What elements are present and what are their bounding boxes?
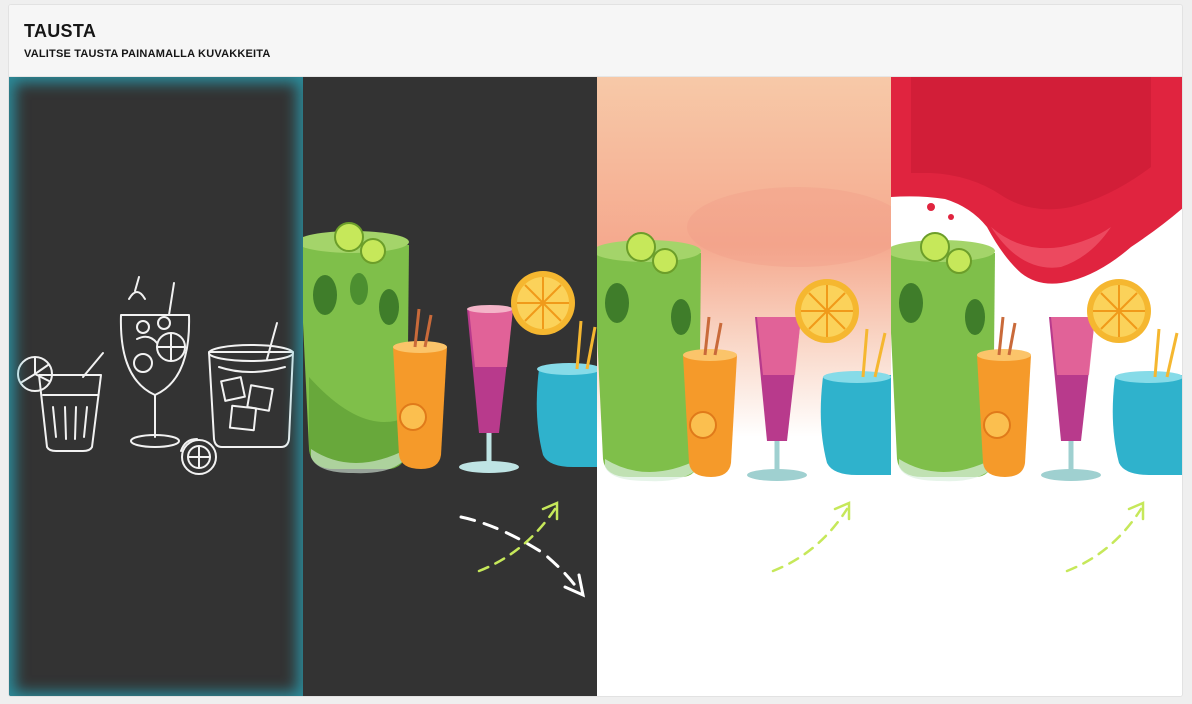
watercolor-peach-image — [597, 77, 891, 696]
panel-title: TAUSTA — [24, 21, 97, 41]
chalk-cocktails-image — [9, 77, 303, 696]
watercolor-dark-image — [303, 77, 597, 696]
background-option-watercolor-dark[interactable] — [303, 77, 597, 696]
background-picker-panel: TAUSTA VALITSE TAUSTA PAINAMALLA KUVAKKE… — [8, 4, 1183, 697]
panel-subtitle: VALITSE TAUSTA PAINAMALLA KUVAKKEITA — [24, 48, 271, 60]
watercolor-red-image — [891, 77, 1182, 696]
background-options — [9, 77, 1182, 696]
panel-header: TAUSTA VALITSE TAUSTA PAINAMALLA KUVAKKE… — [9, 5, 1182, 77]
background-option-watercolor-red[interactable] — [891, 77, 1182, 696]
background-option-chalk-sketch[interactable] — [9, 77, 303, 696]
background-option-watercolor-peach[interactable] — [597, 77, 891, 696]
